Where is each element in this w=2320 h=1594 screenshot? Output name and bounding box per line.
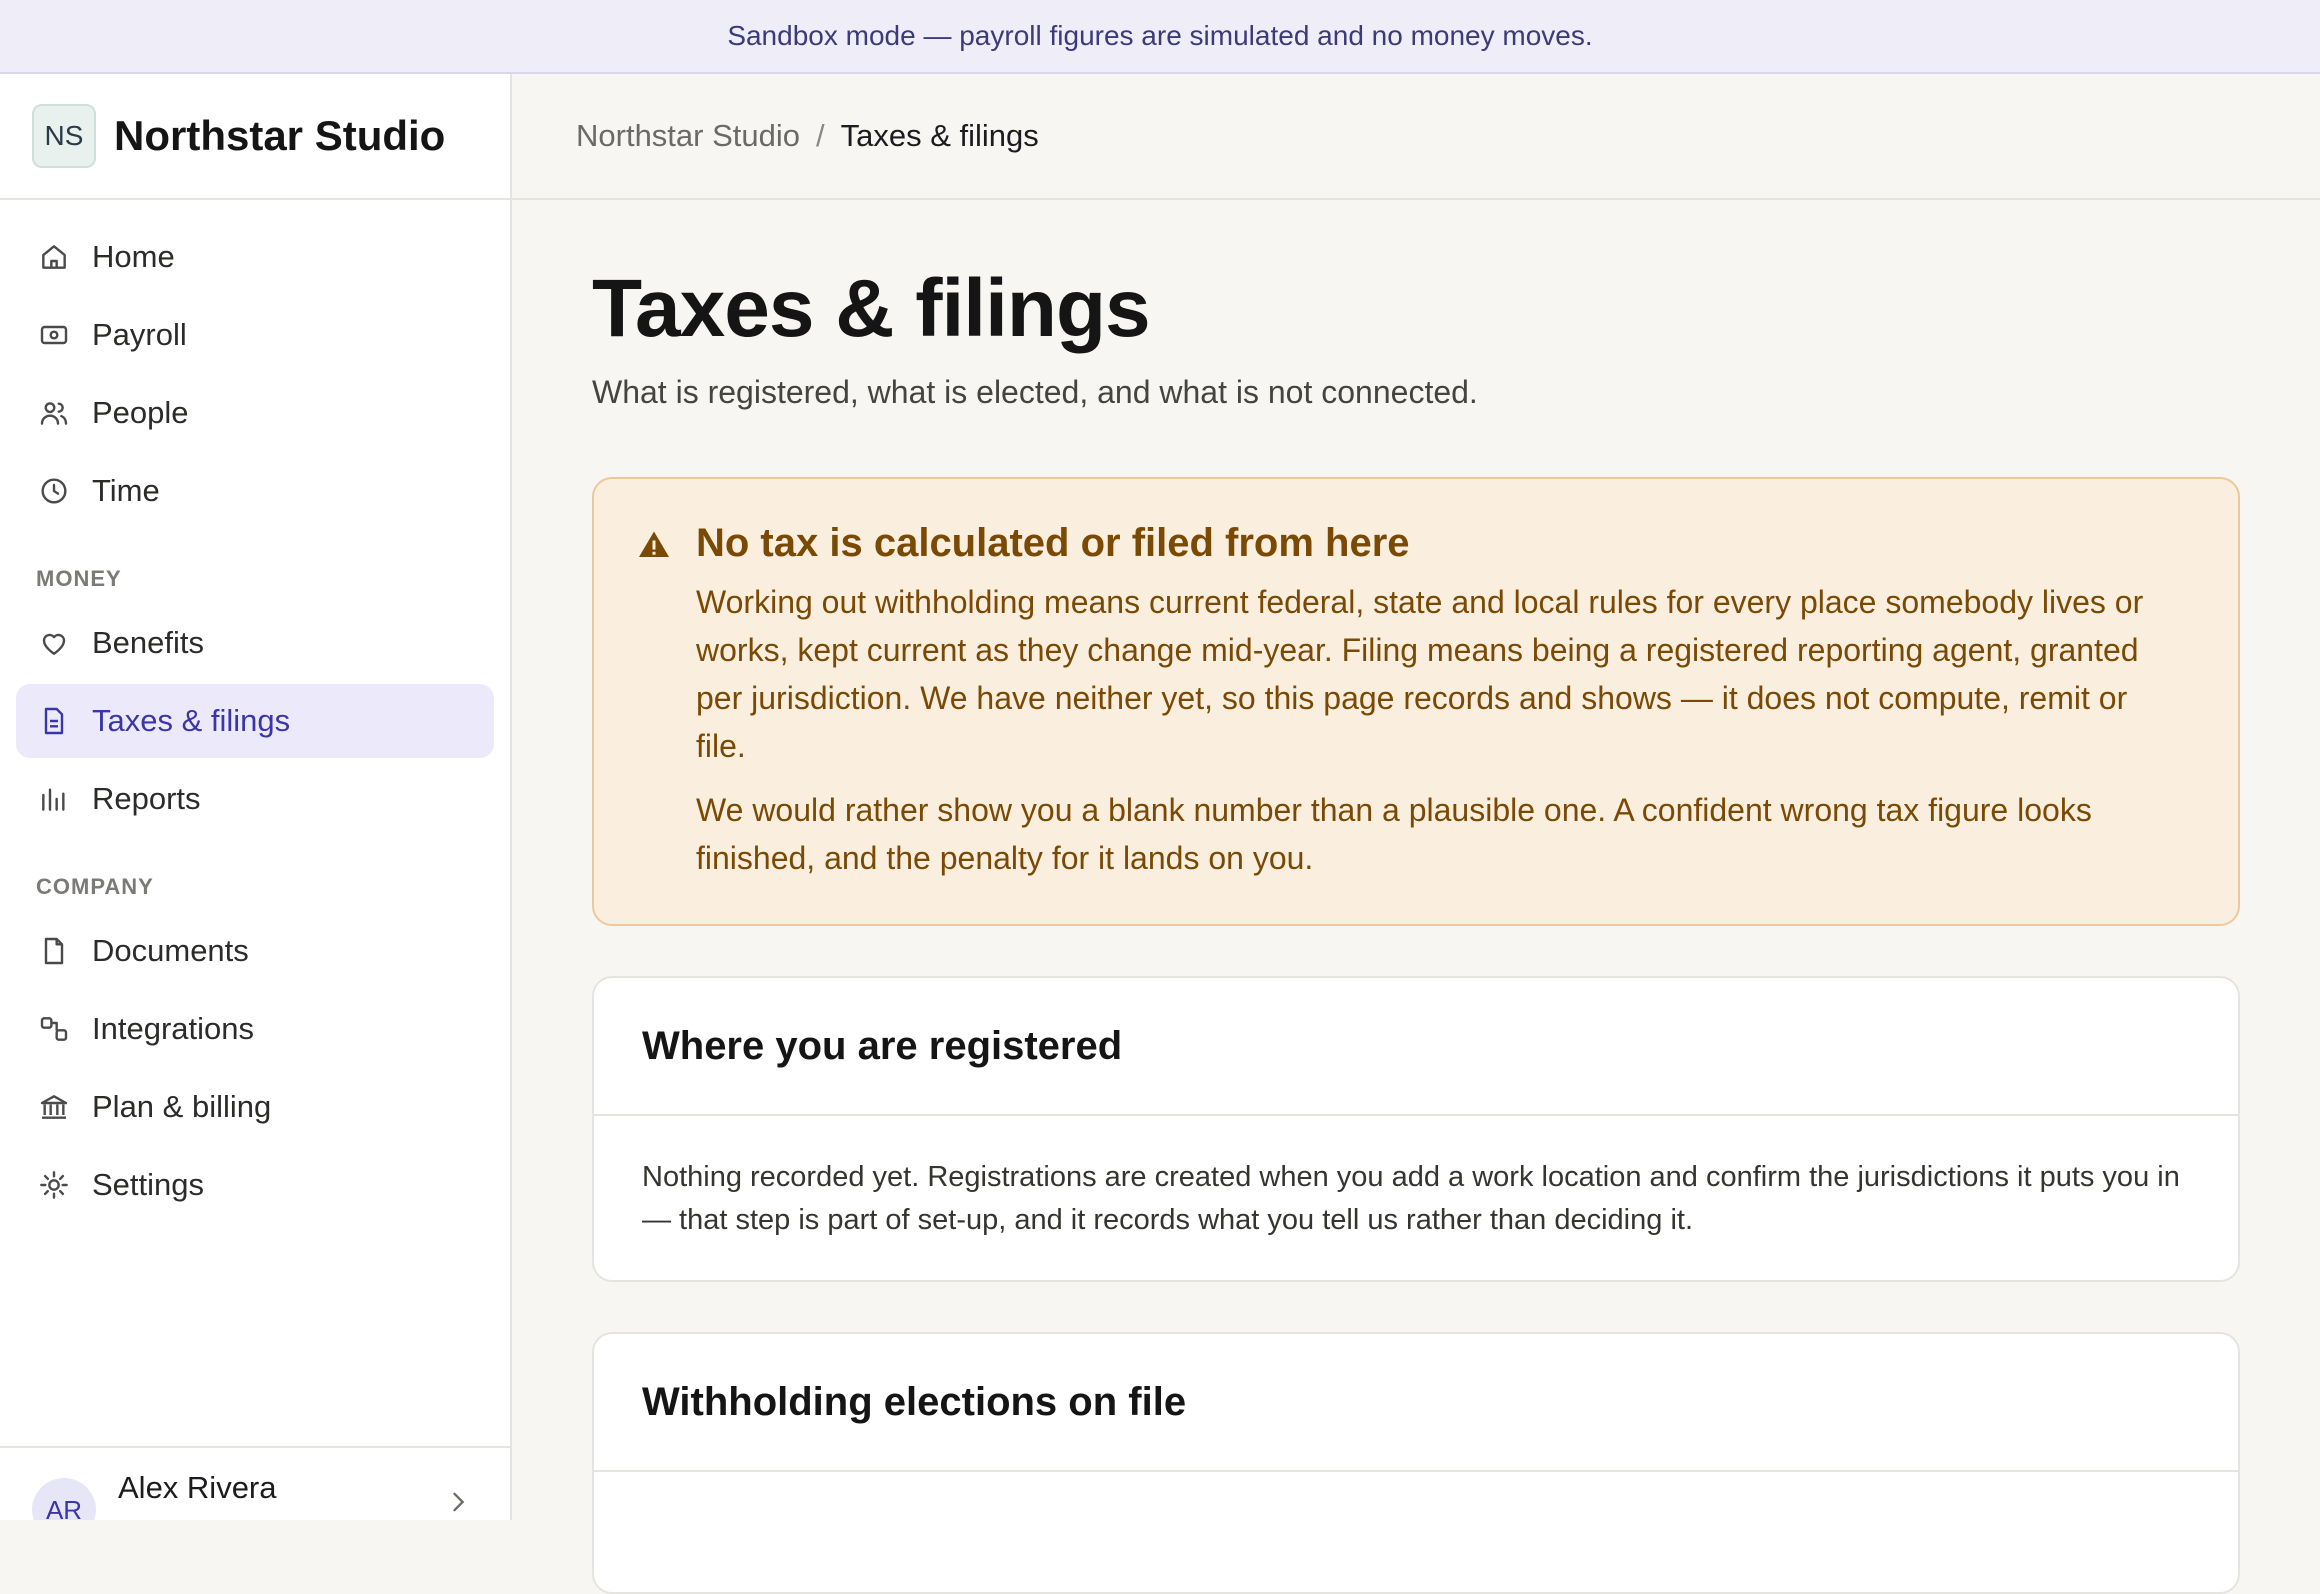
notice-title: No tax is calculated or filed from here <box>696 521 1410 565</box>
sidebar-item-label: Documents <box>92 933 249 968</box>
sidebar-item-label: Payroll <box>92 317 187 352</box>
people-icon <box>38 397 70 429</box>
page-subtitle: What is registered, what is elected, and… <box>592 374 1478 410</box>
brand-logo: NS <box>32 104 96 168</box>
breadcrumb: Northstar Studio / Taxes & filings <box>512 74 2320 200</box>
brand-name: Northstar Studio <box>114 112 446 159</box>
notice-paragraph: We would rather show you a blank number … <box>696 792 2092 876</box>
sidebar-item-label: Plan & billing <box>92 1089 272 1124</box>
notice-paragraph: Working out withholding means current fe… <box>696 584 2144 764</box>
gear-icon <box>38 1169 70 1201</box>
sidebar-item-benefits[interactable]: Benefits <box>16 606 494 680</box>
breadcrumb-current: Taxes & filings <box>840 118 1039 153</box>
integrations-icon <box>38 1013 70 1045</box>
section-label-company: COMPANY <box>36 874 154 899</box>
sidebar-item-taxes-filings[interactable]: Taxes & filings <box>16 684 494 758</box>
clock-icon <box>38 475 70 507</box>
warning-notice: No tax is calculated or filed from here … <box>592 477 2240 926</box>
sidebar: NS Northstar Studio Home Payroll People <box>0 74 512 1520</box>
card-body <box>594 1472 2238 1592</box>
card-body: Nothing recorded yet. Registrations are … <box>642 1161 2180 1236</box>
breadcrumb-separator: / <box>816 118 825 153</box>
sidebar-item-label: Reports <box>92 781 201 816</box>
document-icon <box>38 705 70 737</box>
file-icon <box>38 935 70 967</box>
sidebar-item-label: Benefits <box>92 625 205 660</box>
sidebar-item-documents[interactable]: Documents <box>16 914 494 988</box>
bank-icon <box>38 1091 70 1123</box>
chevron-right-icon <box>444 1488 472 1516</box>
withholding-card: Withholding elections on file <box>592 1332 2240 1594</box>
sidebar-item-plan-billing[interactable]: Plan & billing <box>16 1070 494 1144</box>
sidebar-item-reports[interactable]: Reports <box>16 762 494 836</box>
card-title: Where you are registered <box>594 978 2238 1116</box>
sidebar-item-settings[interactable]: Settings <box>16 1148 494 1222</box>
avatar: AR <box>32 1478 96 1520</box>
sidebar-item-label: Settings <box>92 1167 205 1202</box>
sandbox-banner: Sandbox mode — payroll figures are simul… <box>0 0 2320 74</box>
section-label-money: MONEY <box>36 566 122 591</box>
main-content: Taxes & filings What is registered, what… <box>592 200 2240 1594</box>
banknote-icon <box>38 319 70 351</box>
sidebar-item-payroll[interactable]: Payroll <box>16 298 494 372</box>
sidebar-item-people[interactable]: People <box>16 376 494 450</box>
page-title: Taxes & filings <box>592 263 1151 354</box>
sidebar-item-label: Integrations <box>92 1011 254 1046</box>
sidebar-item-label: People <box>92 395 189 430</box>
registrations-card: Where you are registered Nothing recorde… <box>592 976 2240 1282</box>
heart-icon <box>38 627 70 659</box>
breadcrumb-root[interactable]: Northstar Studio <box>576 118 800 154</box>
sidebar-item-integrations[interactable]: Integrations <box>16 992 494 1066</box>
sidebar-item-label: Time <box>92 473 160 508</box>
sidebar-item-label: Taxes & filings <box>92 703 291 738</box>
user-name: Alex Rivera <box>118 1470 277 1505</box>
sidebar-item-home[interactable]: Home <box>16 220 494 294</box>
user-menu[interactable]: AR Alex Rivera <box>0 1446 510 1520</box>
warning-icon <box>636 527 672 563</box>
sidebar-item-time[interactable]: Time <box>16 454 494 528</box>
sidebar-nav: Home Payroll People Time MONEY Benefits … <box>0 200 510 1222</box>
sidebar-item-label: Home <box>92 239 175 274</box>
sandbox-banner-text: Sandbox mode — payroll figures are simul… <box>727 20 1593 51</box>
bar-chart-icon <box>38 783 70 815</box>
card-title: Withholding elections on file <box>594 1334 2238 1472</box>
brand[interactable]: NS Northstar Studio <box>0 74 510 200</box>
home-icon <box>38 241 70 273</box>
